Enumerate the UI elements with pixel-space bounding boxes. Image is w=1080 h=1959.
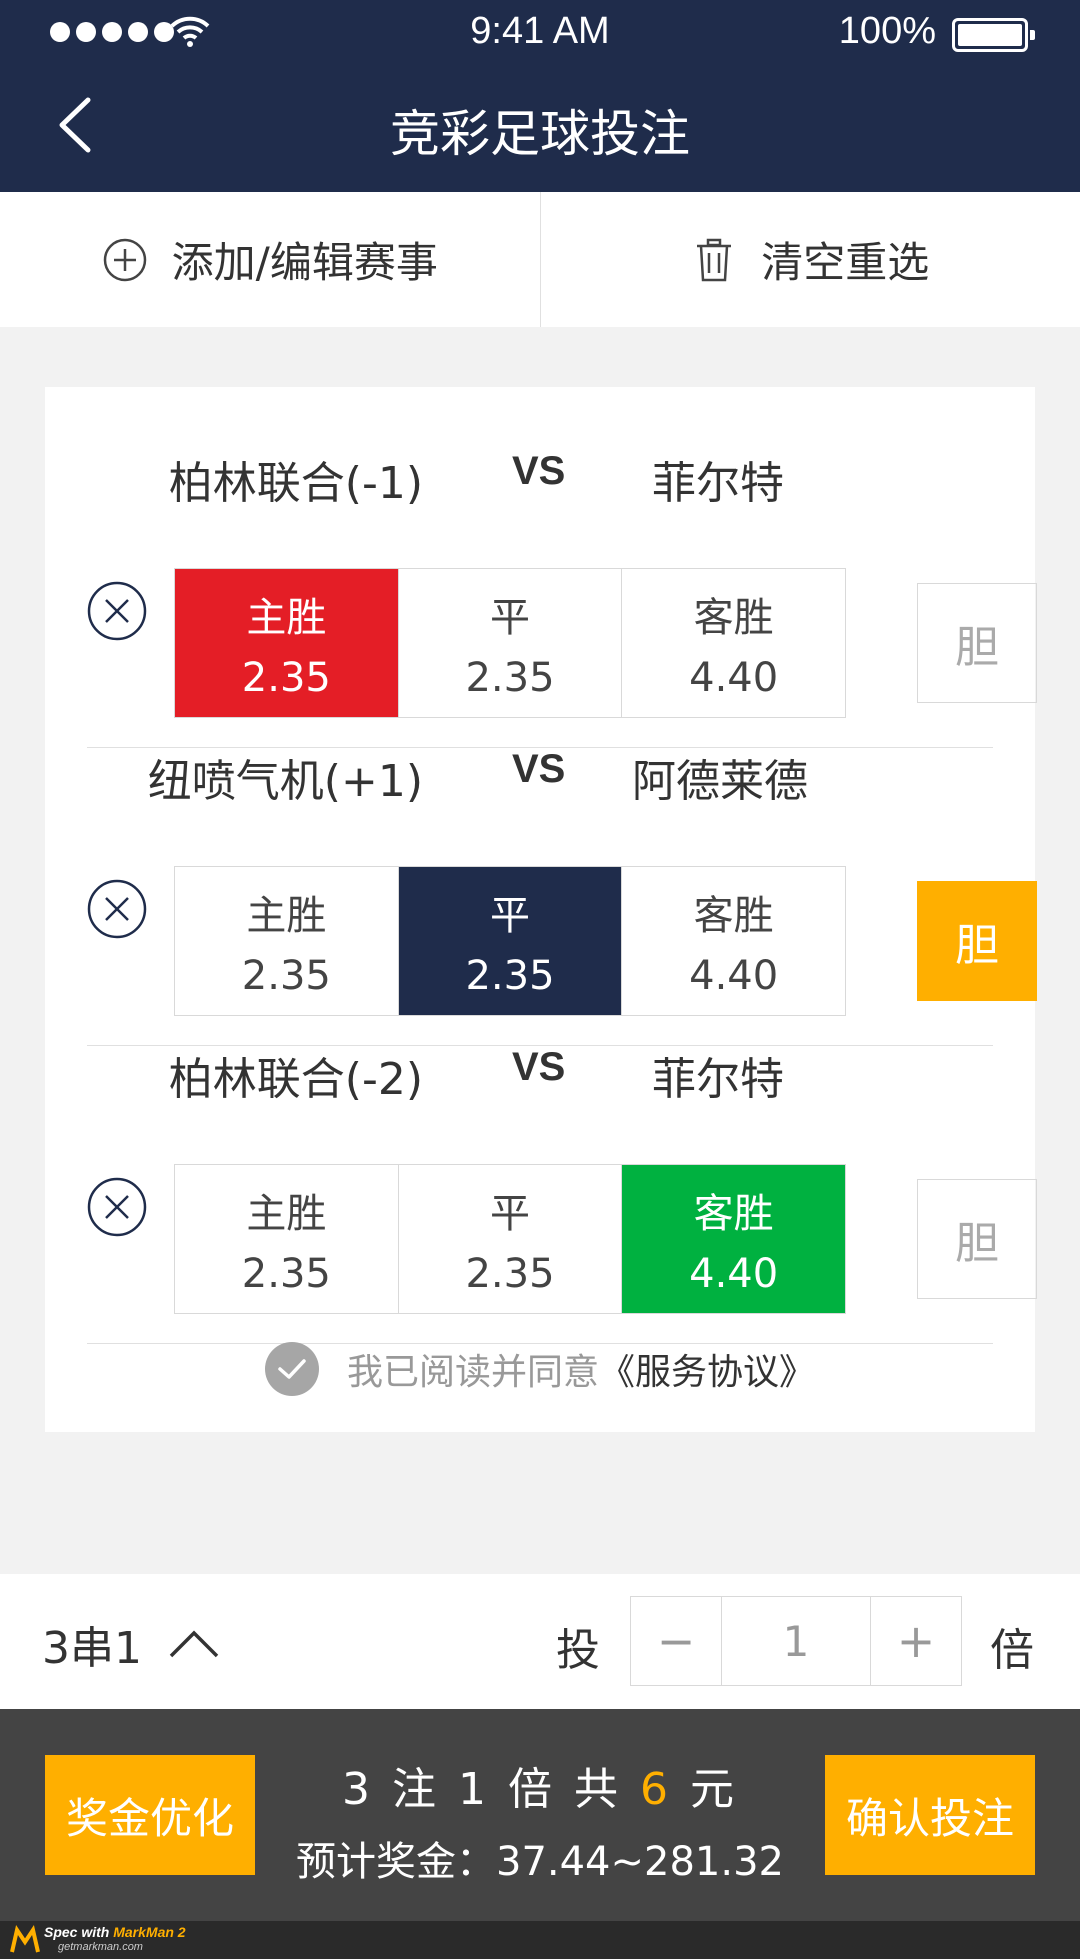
odd-label: 平 [490,893,530,939]
agreement-checkbox[interactable] [264,1342,319,1396]
add-edit-match-label: 添加/编辑赛事 [171,238,438,287]
page-title: 竞彩足球投注 [390,105,690,163]
away-team: 菲尔特 [652,1054,784,1105]
battery-percent: 100% [838,10,936,52]
confirm-bet-button[interactable]: 确认投注 [825,1755,1035,1875]
match-title: 柏林联合(-1) VS 菲尔特 [87,435,993,515]
agreement-row: 我已阅读并同意《服务协议》 [45,1342,1035,1396]
odd-label: 客胜 [693,893,774,939]
odds-group: 主胜 2.35 平 2.35 客胜 4.40 [174,1164,846,1314]
combo-selector[interactable]: 3串1 [42,1612,220,1676]
away-team: 阿德莱德 [632,756,808,807]
battery-icon [952,18,1035,52]
odd-draw[interactable]: 平 2.35 [397,1165,622,1313]
odd-value: 2.35 [465,655,555,701]
match-title: 纽喷气机(+1) VS 阿德莱德 [87,733,993,813]
combo-label: 3串1 [42,1623,142,1674]
odd-label: 主胜 [246,893,327,939]
service-agreement-link[interactable]: 《服务协议》 [599,1352,815,1393]
bet-label: 投 [556,1625,600,1676]
bet-count-summary: 3 注 1 倍 共 6 元 [342,1764,738,1815]
bet-slip-card: 柏林联合(-1) VS 菲尔特 主胜 2.35 平 2.35 客胜 4.40 胆 [45,387,1037,1432]
home-team: 柏林联合(-1) [168,458,423,509]
odd-value: 2.35 [465,1251,555,1297]
plus-circle-icon [103,238,146,281]
odd-label: 平 [490,595,530,641]
app-header: 9:41 AM 100% 竞彩足球投注 [0,0,1080,192]
odd-away-win[interactable]: 客胜 4.40 [621,867,845,1015]
odd-label: 主胜 [246,1191,327,1237]
odd-value: 4.40 [689,655,779,701]
prize-optimize-button[interactable]: 奖金优化 [45,1755,255,1875]
action-toolbar: 添加/编辑赛事 清空重选 [0,192,1080,327]
clear-reselect-button[interactable]: 清空重选 [539,192,1080,327]
total-amount: 6 [639,1764,672,1815]
odd-value: 2.35 [241,655,331,701]
home-team: 柏林联合(-2) [168,1054,423,1105]
odd-value: 2.35 [241,953,331,999]
markman-logo-icon [10,1925,40,1953]
odd-draw[interactable]: 平 2.35 [397,867,622,1015]
odd-label: 客胜 [693,595,774,641]
agreement-text: 我已阅读并同意 [346,1352,599,1393]
away-team: 菲尔特 [652,458,784,509]
remove-match-icon[interactable] [87,1177,147,1237]
odd-away-win[interactable]: 客胜 4.40 [621,569,845,717]
odds-group: 主胜 2.35 平 2.35 客胜 4.40 [174,866,846,1016]
bet-summary: 3 注 1 倍 共 6 元 预计奖金：37.44~281.32 [255,1753,825,1887]
bet-settings-bar: 3串1 投 − 1 + 倍 [0,1574,1080,1709]
odds-group: 主胜 2.35 平 2.35 客胜 4.40 [174,568,846,718]
banker-toggle[interactable]: 胆 [917,1179,1037,1299]
vs-label: VS [512,747,566,791]
odd-value: 4.40 [689,953,779,999]
home-team: 纽喷气机(+1) [147,756,423,807]
vs-label: VS [512,1045,566,1089]
odd-home-win[interactable]: 主胜 2.35 [175,569,398,717]
multiple-input[interactable]: 1 [721,1597,871,1685]
increase-button[interactable]: + [871,1597,961,1685]
odd-label: 主胜 [246,595,327,641]
status-bar: 9:41 AM 100% [0,0,1080,66]
odd-value: 2.35 [465,953,555,999]
multiple-stepper: − 1 + [630,1596,962,1686]
odd-label: 客胜 [693,1191,774,1237]
odd-home-win[interactable]: 主胜 2.35 [175,867,398,1015]
remove-match-icon[interactable] [87,581,147,641]
match-title: 柏林联合(-2) VS 菲尔特 [87,1031,993,1111]
remove-match-icon[interactable] [87,879,147,939]
chevron-up-icon [169,1630,219,1658]
watermark-title: Spec with MarkMan 2 [44,1924,186,1940]
markman-watermark: Spec with MarkMan 2 getmarkman.com [0,1921,1080,1959]
banker-toggle[interactable]: 胆 [917,881,1037,1001]
decrease-button[interactable]: − [631,1597,721,1685]
odd-away-win[interactable]: 客胜 4.40 [621,1165,846,1313]
multiple-unit: 倍 [990,1625,1034,1676]
banker-toggle[interactable]: 胆 [917,583,1037,703]
checkout-footer: 奖金优化 3 注 1 倍 共 6 元 预计奖金：37.44~281.32 确认投… [0,1709,1080,1921]
add-edit-match-button[interactable]: 添加/编辑赛事 [0,192,540,327]
odd-value: 4.40 [689,1251,779,1297]
odd-draw[interactable]: 平 2.35 [397,569,622,717]
odd-label: 平 [490,1191,530,1237]
odd-value: 2.35 [241,1251,331,1297]
watermark-url: getmarkman.com [58,1941,143,1953]
check-icon [278,1359,306,1379]
vs-label: VS [512,449,566,493]
estimated-prize: 预计奖金：37.44~281.32 [296,1839,784,1885]
odd-home-win[interactable]: 主胜 2.35 [175,1165,398,1313]
trash-icon [697,238,732,281]
clear-reselect-label: 清空重选 [761,238,930,287]
